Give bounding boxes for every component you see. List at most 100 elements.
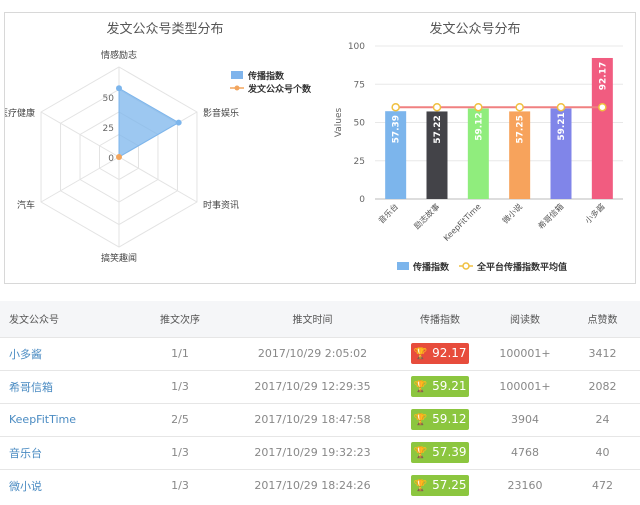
order-cell: 1/1 — [130, 336, 230, 370]
radar-axis-label: 医疗健康 — [5, 107, 35, 119]
trophy-icon: 🏆 — [413, 446, 428, 459]
likes-cell: 40 — [565, 435, 640, 469]
table-header-row: 发文公众号 推文次序 推文时间 传播指数 阅读数 点赞数 — [0, 301, 640, 337]
bar-data-label: 59.21 — [557, 112, 567, 140]
radar-axis-label: 情感励志 — [101, 49, 137, 61]
bar-x-tick-label: 小多酱 — [583, 201, 607, 225]
score-value: 92.17 — [432, 346, 467, 360]
header-reads[interactable]: 阅读数 — [485, 301, 565, 337]
bar-y-tick-label: 50 — [354, 119, 366, 129]
radar-axis-label: 影音娱乐 — [203, 107, 239, 119]
header-score[interactable]: 传播指数 — [395, 301, 485, 337]
bar-y-tick-label: 0 — [359, 195, 365, 205]
legend-label-count[interactable]: 发文公众号个数 — [247, 83, 312, 95]
time-cell: 2017/10/29 18:24:26 — [230, 468, 395, 502]
bar-data-label: 92.17 — [598, 62, 608, 90]
table-row: 音乐台 1/3 2017/10/29 19:32:23 🏆 57.39 4768 40 — [0, 435, 640, 469]
header-time[interactable]: 推文时间 — [230, 301, 395, 337]
account-name-link[interactable]: 音乐台 — [0, 435, 130, 469]
account-name-link[interactable]: 微小说 — [0, 468, 130, 502]
header-account[interactable]: 发文公众号 — [0, 301, 130, 337]
radar-series-area — [118, 87, 180, 158]
average-point — [598, 102, 607, 112]
bar-y-tick-label: 25 — [354, 157, 365, 167]
likes-cell: 24 — [565, 402, 640, 436]
trophy-icon: 🏆 — [413, 347, 428, 360]
score-value: 59.12 — [432, 412, 467, 426]
likes-cell: 472 — [565, 468, 640, 502]
header-order[interactable]: 推文次序 — [130, 301, 230, 337]
radar-axis-label: 时事资讯 — [203, 199, 239, 211]
average-point — [432, 102, 442, 112]
account-name-link[interactable]: 希哥信箱 — [0, 369, 130, 403]
bar-x-tick-label: 希哥信箱 — [536, 201, 566, 231]
legend-swatch-score — [231, 71, 243, 79]
radar-point — [175, 119, 182, 126]
bar-x-tick-label: KeepFitTime — [442, 202, 483, 243]
score-cell: 🏆 92.17 — [395, 336, 485, 370]
legend-label-score[interactable]: 传播指数 — [247, 70, 285, 82]
score-badge: 🏆 57.25 — [411, 475, 469, 497]
time-cell: 2017/10/29 19:32:23 — [230, 435, 395, 469]
score-cell: 🏆 57.25 — [395, 468, 485, 502]
order-cell: 1/3 — [130, 435, 230, 469]
table-row: 小多酱 1/1 2017/10/29 2:05:02 🏆 92.17 100001+ 341… — [0, 336, 640, 370]
score-badge: 🏆 92.17 — [411, 343, 469, 364]
bar-y-tick-label: 75 — [354, 80, 365, 90]
reads-cell: 23160 — [485, 468, 565, 502]
trophy-icon: 🏆 — [413, 479, 428, 493]
reads-cell: 100001+ — [485, 336, 565, 370]
radar-chart: 0 25 50 情感励志影音娱乐时事资讯搞笑趣闻 汽车 医疗健康 传播指数发文公众号个数 — [5, 49, 312, 264]
reads-cell: 100001+ — [485, 369, 565, 403]
score-cell: 🏆 59.12 — [395, 402, 485, 436]
bar-x-tick-label: 音乐台 — [376, 201, 400, 225]
bar-chart: 0 25 50 75 100 Values 57.39 音乐台 57.22 励志故事 59.12 Ke… — [334, 42, 623, 273]
articles-table: 发文公众号 推文次序 推文时间 传播指数 阅读数 点赞数 小多酱 1/1 2017/… — [0, 301, 640, 502]
bar-data-label: 57.22 — [433, 115, 443, 143]
radar-count-point — [116, 154, 122, 160]
reads-cell: 4768 — [485, 435, 565, 469]
legend-marker-count — [234, 85, 240, 91]
average-point — [474, 102, 483, 112]
charts-panel: 发文公众号类型分布 发文公众号分布 0 25 50 情感励志 影音娱乐 时事资讯 搞笑趣闻汽… — [4, 12, 636, 284]
order-cell: 2/5 — [130, 402, 230, 436]
likes-cell: 3412 — [565, 336, 640, 370]
score-value: 59.21 — [432, 379, 467, 393]
bar-data-label: 59.12 — [474, 112, 484, 140]
trophy-icon: 🏆 — [413, 413, 428, 426]
radar-tick-label: 25 — [103, 124, 114, 134]
legend-label-average[interactable]: 全平台传播指数平均值 — [476, 261, 567, 273]
table-row: KeepFitTime 2/5 2017/10/29 18:47:58 🏆 59.12 3… — [0, 402, 640, 436]
legend-swatch-score — [397, 262, 409, 270]
radar-tick-label: 50 — [103, 94, 115, 104]
trophy-icon: 🏆 — [413, 380, 428, 393]
header-likes[interactable]: 点赞数 — [565, 301, 640, 337]
bar-x-tick-label: 励志故事 — [412, 201, 442, 231]
legend-label-score[interactable]: 传播指数 — [412, 261, 450, 273]
bar-data-label: 57.39 — [392, 115, 402, 143]
radar-axis-label: 汽车 — [17, 199, 35, 211]
table-row: 希哥信箱 1/3 2017/10/29 12:29:35 🏆 59.21 100001+ 2… — [0, 369, 640, 403]
table-row: 微小说 1/3 2017/10/29 18:24:26 🏆 57.25 23160 472 — [0, 468, 640, 502]
order-cell: 1/3 — [130, 468, 230, 502]
bar-x-tick-label: 微小说 — [500, 201, 524, 225]
account-name-link[interactable]: 小多酱 — [0, 336, 130, 370]
bar-y-tick-label: 100 — [348, 42, 365, 52]
likes-cell: 2082 — [565, 369, 640, 403]
bar-y-axis-label: Values — [334, 107, 344, 137]
average-point — [515, 102, 524, 112]
score-badge: 🏆 59.21 — [411, 376, 469, 397]
account-name-link[interactable]: KeepFitTime — [0, 402, 130, 436]
legend-marker-average — [462, 262, 470, 270]
radar-axis-label: 搞笑趣闻 — [101, 252, 137, 264]
score-value: 57.25 — [432, 478, 467, 493]
order-cell: 1/3 — [130, 369, 230, 403]
radar-point — [116, 85, 122, 92]
radar-tick-label: 0 — [108, 154, 114, 164]
score-cell: 🏆 57.39 — [395, 435, 485, 469]
reads-cell: 3904 — [485, 402, 565, 436]
score-badge: 🏆 57.39 — [411, 442, 469, 463]
score-cell: 🏆 59.21 — [395, 369, 485, 403]
score-value: 57.39 — [432, 445, 467, 459]
average-point — [556, 102, 566, 112]
